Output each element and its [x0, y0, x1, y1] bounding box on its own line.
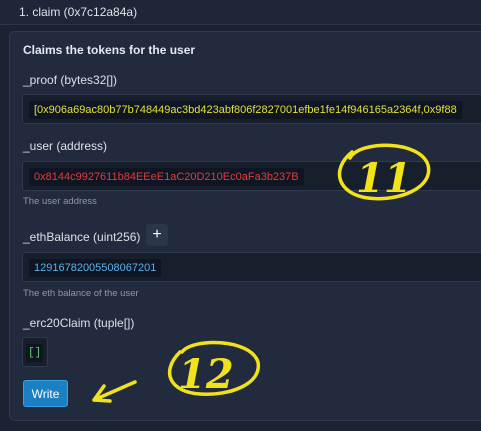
add-eth-balance-button[interactable]: +: [146, 224, 168, 246]
write-button[interactable]: Write: [23, 380, 68, 407]
erc20-claim-value: []: [26, 344, 44, 362]
user-hint: The user address: [23, 196, 97, 207]
erc20-claim-label: _erc20Claim (tuple[]): [23, 316, 135, 330]
proof-input[interactable]: [0x906a69ac80b77b748449ac3bd423abf806f28…: [22, 94, 481, 124]
user-value: 0x8144c9927611b84EEeE1aC20D210Ec0aFa3b23…: [29, 168, 304, 186]
function-description: Claims the tokens for the user: [23, 43, 196, 57]
erc20-claim-input[interactable]: []: [22, 337, 48, 367]
function-title: 1. claim (0x7c12a84a): [19, 5, 138, 19]
function-panel: [9, 31, 481, 421]
eth-balance-label: _ethBalance (uint256): [23, 230, 141, 244]
eth-balance-hint: The eth balance of the user: [23, 288, 139, 299]
function-header[interactable]: 1. claim (0x7c12a84a): [0, 0, 481, 25]
eth-balance-input[interactable]: 12916782005508067201: [22, 252, 481, 282]
proof-label: _proof (bytes32[]): [23, 73, 118, 87]
eth-balance-value: 12916782005508067201: [29, 259, 162, 277]
user-label: _user (address): [23, 139, 108, 153]
proof-value: [0x906a69ac80b77b748449ac3bd423abf806f28…: [29, 101, 462, 119]
user-input[interactable]: 0x8144c9927611b84EEeE1aC20D210Ec0aFa3b23…: [22, 161, 481, 191]
